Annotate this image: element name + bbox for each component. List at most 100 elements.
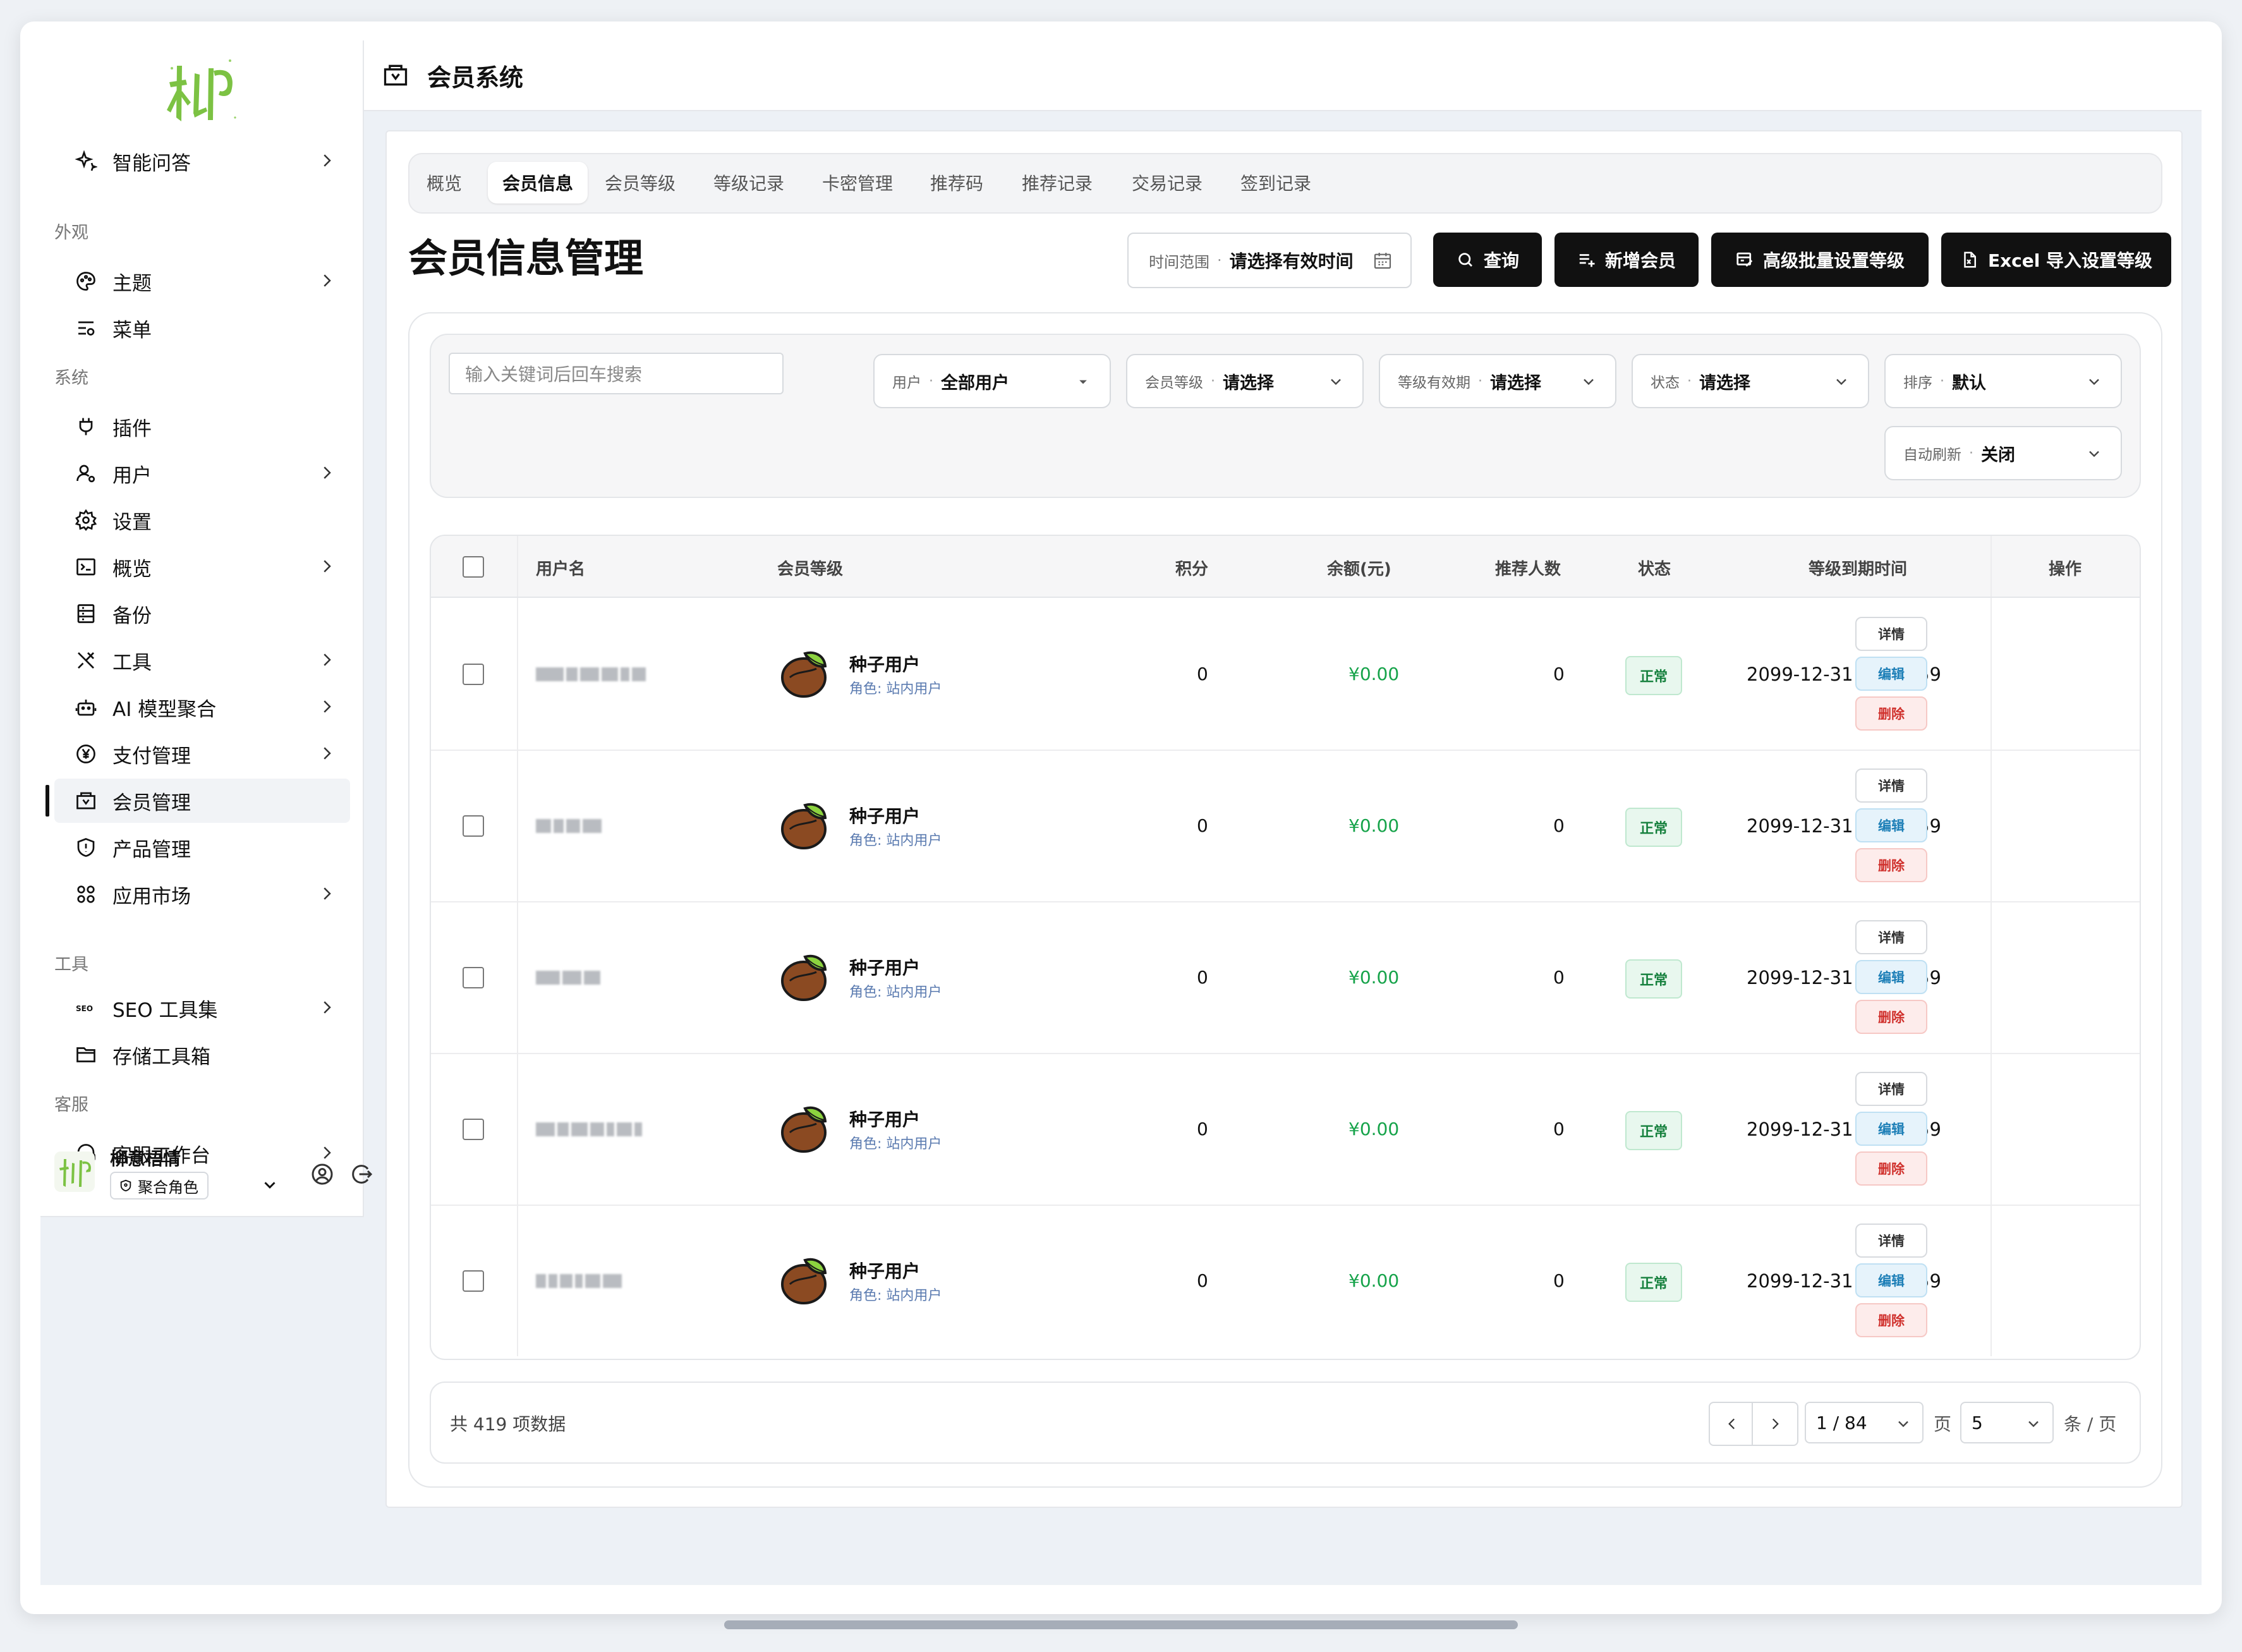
total-count: 共 419 项数据 <box>450 1414 566 1435</box>
validity-filter-select[interactable]: 等级有效期 · 请选择 <box>1379 354 1616 408</box>
role-badge[interactable]: 聚合角色 <box>110 1172 209 1200</box>
sidebar-item-overview[interactable]: 概览 <box>54 545 350 589</box>
edit-button[interactable]: 编辑 <box>1855 657 1927 691</box>
edit-button[interactable]: 编辑 <box>1855 1112 1927 1146</box>
select-all-checkbox[interactable] <box>463 556 484 578</box>
page-size-select[interactable]: 5 <box>1960 1402 2054 1443</box>
username-redacted <box>536 968 603 987</box>
referrals-cell: 0 <box>1553 1119 1565 1139</box>
query-button[interactable]: 查询 <box>1433 233 1542 287</box>
row-checkbox[interactable] <box>463 967 484 988</box>
chevron-down-icon <box>2089 379 2099 386</box>
sidebar-item-menu[interactable]: 菜单 <box>54 306 350 350</box>
page-select[interactable]: 1 / 84 <box>1805 1402 1924 1443</box>
logout-icon[interactable] <box>349 1162 374 1187</box>
chevron-left-icon <box>1728 1418 1735 1430</box>
sidebar-item-app-market[interactable]: 应用市场 <box>54 872 350 916</box>
prev-page-button[interactable] <box>1709 1402 1755 1446</box>
tab-transactions[interactable]: 交易记录 <box>1126 162 1208 203</box>
sidebar-item-plugins[interactable]: 插件 <box>54 404 350 449</box>
col-points[interactable]: 积分 <box>1175 556 1208 580</box>
edit-button[interactable]: 编辑 <box>1855 960 1927 994</box>
sidebar-item-label: 智能问答 <box>112 152 191 175</box>
sidebar-item-storage[interactable]: 存储工具箱 <box>54 1033 350 1077</box>
tab-member-levels[interactable]: 会员等级 <box>599 162 681 203</box>
profile-icon[interactable] <box>310 1162 335 1187</box>
sidebar-item-seo[interactable]: SEO SEO 工具集 <box>54 986 350 1030</box>
batch-edit-icon <box>1736 252 1753 267</box>
row-checkbox[interactable] <box>463 664 484 685</box>
main-card: 概览 会员信息 会员等级 等级记录 卡密管理 推荐码 推荐记录 交易记录 签到记… <box>385 130 2183 1508</box>
col-actions: 操作 <box>2049 560 2082 579</box>
chevron-down-icon[interactable] <box>260 1175 279 1194</box>
add-member-button[interactable]: 新增会员 <box>1554 233 1699 287</box>
level-name: 种子用户 <box>849 654 921 675</box>
detail-button[interactable]: 详情 <box>1855 920 1927 954</box>
table-header: 用户名 会员等级 积分 余额(元) 推荐人数 状态 等级到期时间 操作 <box>431 536 2140 598</box>
section-label-support: 客服 <box>54 1095 88 1115</box>
tools-icon <box>73 648 99 673</box>
sidebar-item-payments[interactable]: 支付管理 <box>54 732 350 776</box>
sidebar-item-users[interactable]: 用户 <box>54 451 350 495</box>
col-referrals[interactable]: 推荐人数 <box>1495 556 1561 580</box>
level-role: 角色: 站内用户 <box>849 833 942 849</box>
tab-checkins[interactable]: 签到记录 <box>1235 162 1317 203</box>
delete-button[interactable]: 删除 <box>1855 696 1927 731</box>
page-size-suffix: 条 / 页 <box>2064 1414 2117 1435</box>
level-role: 角色: 站内用户 <box>849 1288 942 1304</box>
batch-level-button[interactable]: 高级批量设置等级 <box>1711 233 1929 287</box>
sidebar-item-tools[interactable]: 工具 <box>54 638 350 683</box>
sidebar-item-ai-models[interactable]: AI 模型聚合 <box>54 685 350 729</box>
detail-button[interactable]: 详情 <box>1855 617 1927 651</box>
edit-button[interactable]: 编辑 <box>1855 808 1927 842</box>
pagination: 共 419 项数据 1 / 84 页 5 条 / 页 <box>430 1382 2141 1464</box>
delete-button[interactable]: 删除 <box>1855 1151 1927 1186</box>
chevron-right-icon <box>324 1001 331 1014</box>
tab-overview[interactable]: 概览 <box>418 162 470 203</box>
col-username[interactable]: 用户名 <box>536 556 585 580</box>
user-filter-select[interactable]: 用户 · 全部用户 <box>873 354 1111 408</box>
tab-member-info[interactable]: 会员信息 <box>488 162 588 203</box>
status-filter-select[interactable]: 状态 · 请选择 <box>1632 354 1869 408</box>
delete-button[interactable]: 删除 <box>1855 848 1927 882</box>
row-checkbox[interactable] <box>463 1270 484 1292</box>
row-checkbox[interactable] <box>463 815 484 837</box>
next-page-button[interactable] <box>1752 1402 1798 1446</box>
sidebar-item-settings[interactable]: 设置 <box>54 498 350 542</box>
referrals-cell: 0 <box>1553 815 1565 836</box>
detail-button[interactable]: 详情 <box>1855 768 1927 803</box>
col-status[interactable]: 状态 <box>1638 556 1671 580</box>
detail-button[interactable]: 详情 <box>1855 1224 1927 1258</box>
chevron-right-icon <box>324 700 331 713</box>
tab-card-keys[interactable]: 卡密管理 <box>816 162 899 203</box>
tab-level-records[interactable]: 等级记录 <box>708 162 790 203</box>
date-range-picker[interactable]: 时间范围 · 请选择有效时间 <box>1127 233 1412 288</box>
col-level[interactable]: 会员等级 <box>777 556 843 580</box>
tab-referral-codes[interactable]: 推荐码 <box>925 162 988 203</box>
delete-button[interactable]: 删除 <box>1855 1000 1927 1034</box>
sidebar-item-label: 用户 <box>112 464 152 487</box>
horizontal-scrollbar[interactable] <box>724 1620 1518 1629</box>
tab-referral-records[interactable]: 推荐记录 <box>1016 162 1098 203</box>
sidebar-item-label: AI 模型聚合 <box>112 698 217 721</box>
current-user: 柳意梧情 聚合角色 <box>54 1140 373 1203</box>
col-balance[interactable]: 余额(元) <box>1327 556 1391 580</box>
col-expires[interactable]: 等级到期时间 <box>1809 556 1907 580</box>
sort-select[interactable]: 排序 · 默认 <box>1884 354 2122 408</box>
auto-refresh-select[interactable]: 自动刷新 · 关闭 <box>1884 426 2122 480</box>
detail-button[interactable]: 详情 <box>1855 1072 1927 1106</box>
row-checkbox[interactable] <box>463 1119 484 1140</box>
sidebar-item-smart-qa[interactable]: 智能问答 <box>54 139 350 183</box>
search-input[interactable]: 输入关键词后回车搜索 <box>449 353 784 394</box>
gear-icon <box>73 507 99 533</box>
sidebar-item-members[interactable]: 会员管理 <box>45 779 350 823</box>
sidebar-item-backup[interactable]: 备份 <box>54 592 350 636</box>
table-row: 种子用户 角色: 站内用户 0 ¥0.00 0 正常 2099-12-31 23:59:59… <box>431 1053 2140 1206</box>
edit-button[interactable]: 编辑 <box>1855 1263 1927 1297</box>
delete-button[interactable]: 删除 <box>1855 1303 1927 1337</box>
username-redacted <box>536 1272 624 1291</box>
sidebar-item-theme[interactable]: 主题 <box>54 259 350 303</box>
level-filter-select[interactable]: 会员等级 · 请选择 <box>1126 354 1364 408</box>
sidebar-item-products[interactable]: 产品管理 <box>54 825 350 870</box>
excel-import-button[interactable]: Excel 导入设置等级 <box>1941 233 2171 287</box>
